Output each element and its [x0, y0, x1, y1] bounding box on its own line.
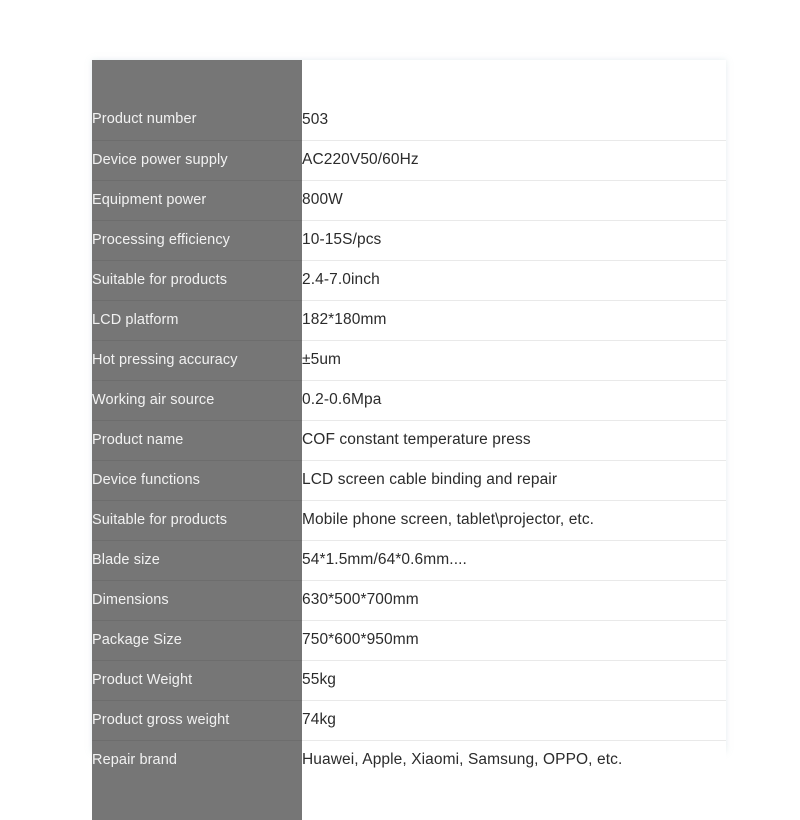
table-row: Package Size 750*600*950mm [92, 620, 726, 661]
table-row: Blade size 54*1.5mm/64*0.6mm.... [92, 540, 726, 581]
spec-value-cell: 10-15S/pcs [302, 220, 726, 261]
table-row: Repair brand Huawei, Apple, Xiaomi, Samsu… [92, 740, 726, 780]
table-row: Device power supply AC220V50/60Hz [92, 140, 726, 181]
spec-label-cell: Blade size [92, 540, 302, 581]
table-cap-row-bottom [92, 780, 726, 820]
spec-label-cell: Hot pressing accuracy [92, 340, 302, 381]
table-cap-value-spacer [302, 60, 726, 100]
spec-value-cell: 182*180mm [302, 300, 726, 341]
table-row: Product gross weight 74kg [92, 700, 726, 741]
table-row: Processing efficiency 10-15S/pcs [92, 220, 726, 261]
spec-value-cell: 503 [302, 100, 726, 141]
spec-label-cell: Device power supply [92, 140, 302, 181]
table-cap-row-top [92, 60, 726, 100]
product-specification-card: Product number 503 Device power supply AC22… [92, 60, 726, 820]
product-specification-table: Product number 503 Device power supply AC22… [92, 60, 726, 820]
spec-value-cell: 630*500*700mm [302, 580, 726, 621]
spec-value-cell: Mobile phone screen, tablet\projector, e… [302, 500, 726, 541]
spec-label-cell: Product Weight [92, 660, 302, 701]
table-row: Working air source 0.2-0.6Mpa [92, 380, 726, 421]
spec-value-cell: ±5um [302, 340, 726, 381]
table-cap-value-spacer [302, 780, 726, 820]
spec-label-cell: Product number [92, 100, 302, 141]
table-row: Device functions LCD screen cable binding… [92, 460, 726, 501]
spec-label-cell: LCD platform [92, 300, 302, 341]
spec-label-cell: Repair brand [92, 740, 302, 780]
table-row: Product Weight 55kg [92, 660, 726, 701]
spec-value-cell: 800W [302, 180, 726, 221]
spec-table-body: Product number 503 Device power supply AC22… [92, 60, 726, 820]
table-cap-label-spacer [92, 60, 302, 100]
spec-value-cell: AC220V50/60Hz [302, 140, 726, 181]
spec-label-cell: Suitable for products [92, 500, 302, 541]
spec-value-cell: 74kg [302, 700, 726, 741]
spec-label-cell: Device functions [92, 460, 302, 501]
spec-label-cell: Package Size [92, 620, 302, 661]
spec-label-cell: Dimensions [92, 580, 302, 621]
spec-value-cell: LCD screen cable binding and repair [302, 460, 726, 501]
spec-label-cell: Product name [92, 420, 302, 461]
table-row: Dimensions 630*500*700mm [92, 580, 726, 621]
spec-label-cell: Working air source [92, 380, 302, 421]
spec-label-cell: Suitable for products [92, 260, 302, 301]
spec-value-cell: Huawei, Apple, Xiaomi, Samsung, OPPO, et… [302, 740, 726, 780]
spec-value-cell: 2.4-7.0inch [302, 260, 726, 301]
spec-value-cell: COF constant temperature press [302, 420, 726, 461]
table-row: Hot pressing accuracy ±5um [92, 340, 726, 381]
table-row: LCD platform 182*180mm [92, 300, 726, 341]
table-row: Product number 503 [92, 100, 726, 141]
spec-label-cell: Product gross weight [92, 700, 302, 741]
table-row: Equipment power 800W [92, 180, 726, 221]
spec-value-cell: 750*600*950mm [302, 620, 726, 661]
table-row: Product name COF constant temperature pre… [92, 420, 726, 461]
spec-label-cell: Equipment power [92, 180, 302, 221]
table-cap-label-spacer [92, 780, 302, 820]
table-row: Suitable for products Mobile phone screen… [92, 500, 726, 541]
spec-value-cell: 0.2-0.6Mpa [302, 380, 726, 421]
spec-label-cell: Processing efficiency [92, 220, 302, 261]
spec-value-cell: 54*1.5mm/64*0.6mm.... [302, 540, 726, 581]
spec-value-cell: 55kg [302, 660, 726, 701]
table-row: Suitable for products 2.4-7.0inch [92, 260, 726, 301]
